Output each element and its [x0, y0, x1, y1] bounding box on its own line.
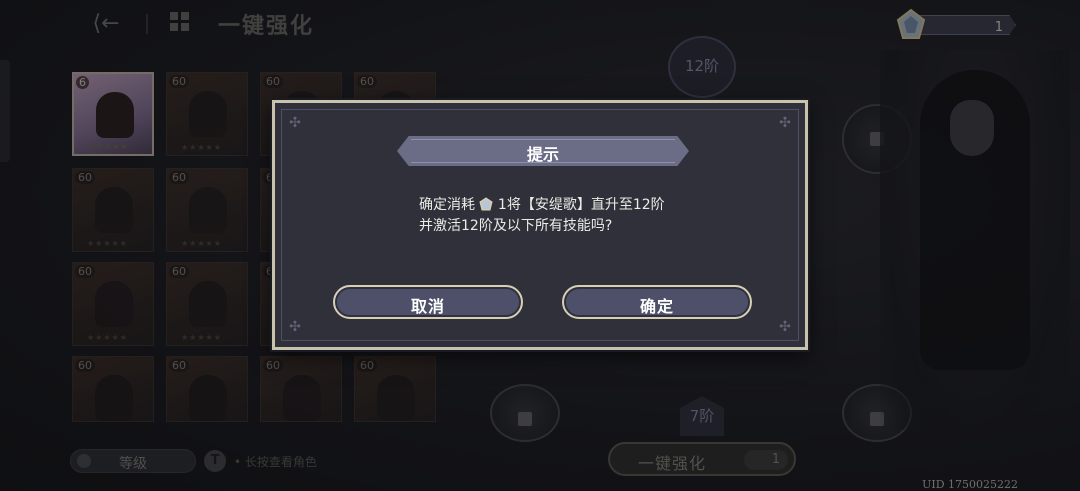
confirm-button[interactable]: 确定	[562, 285, 752, 319]
cancel-button[interactable]: 取消	[333, 285, 523, 319]
gem-icon	[479, 197, 494, 211]
ornament-icon: ✣	[289, 115, 301, 131]
confirm-label: 确定	[639, 297, 674, 316]
dialog-title-bar: 提示	[397, 136, 689, 166]
message-line2: 并激活12阶及以下所有技能吗?	[419, 218, 613, 234]
message-suffix: 1将【安缇歌】直升至12阶	[497, 197, 665, 213]
dialog-title: 提示	[526, 145, 559, 164]
confirm-dialog: ✣ ✣ ✣ ✣ 提示 确定消耗 1将【安缇歌】直升至12阶 并激活12阶及以下所…	[272, 100, 808, 350]
ornament-icon: ✣	[779, 115, 791, 131]
dialog-message: 确定消耗 1将【安缇歌】直升至12阶 并激活12阶及以下所有技能吗?	[419, 195, 719, 237]
ornament-icon: ✣	[779, 319, 791, 335]
message-prefix: 确定消耗	[419, 197, 475, 213]
ornament-icon: ✣	[289, 319, 301, 335]
cancel-label: 取消	[410, 297, 445, 316]
